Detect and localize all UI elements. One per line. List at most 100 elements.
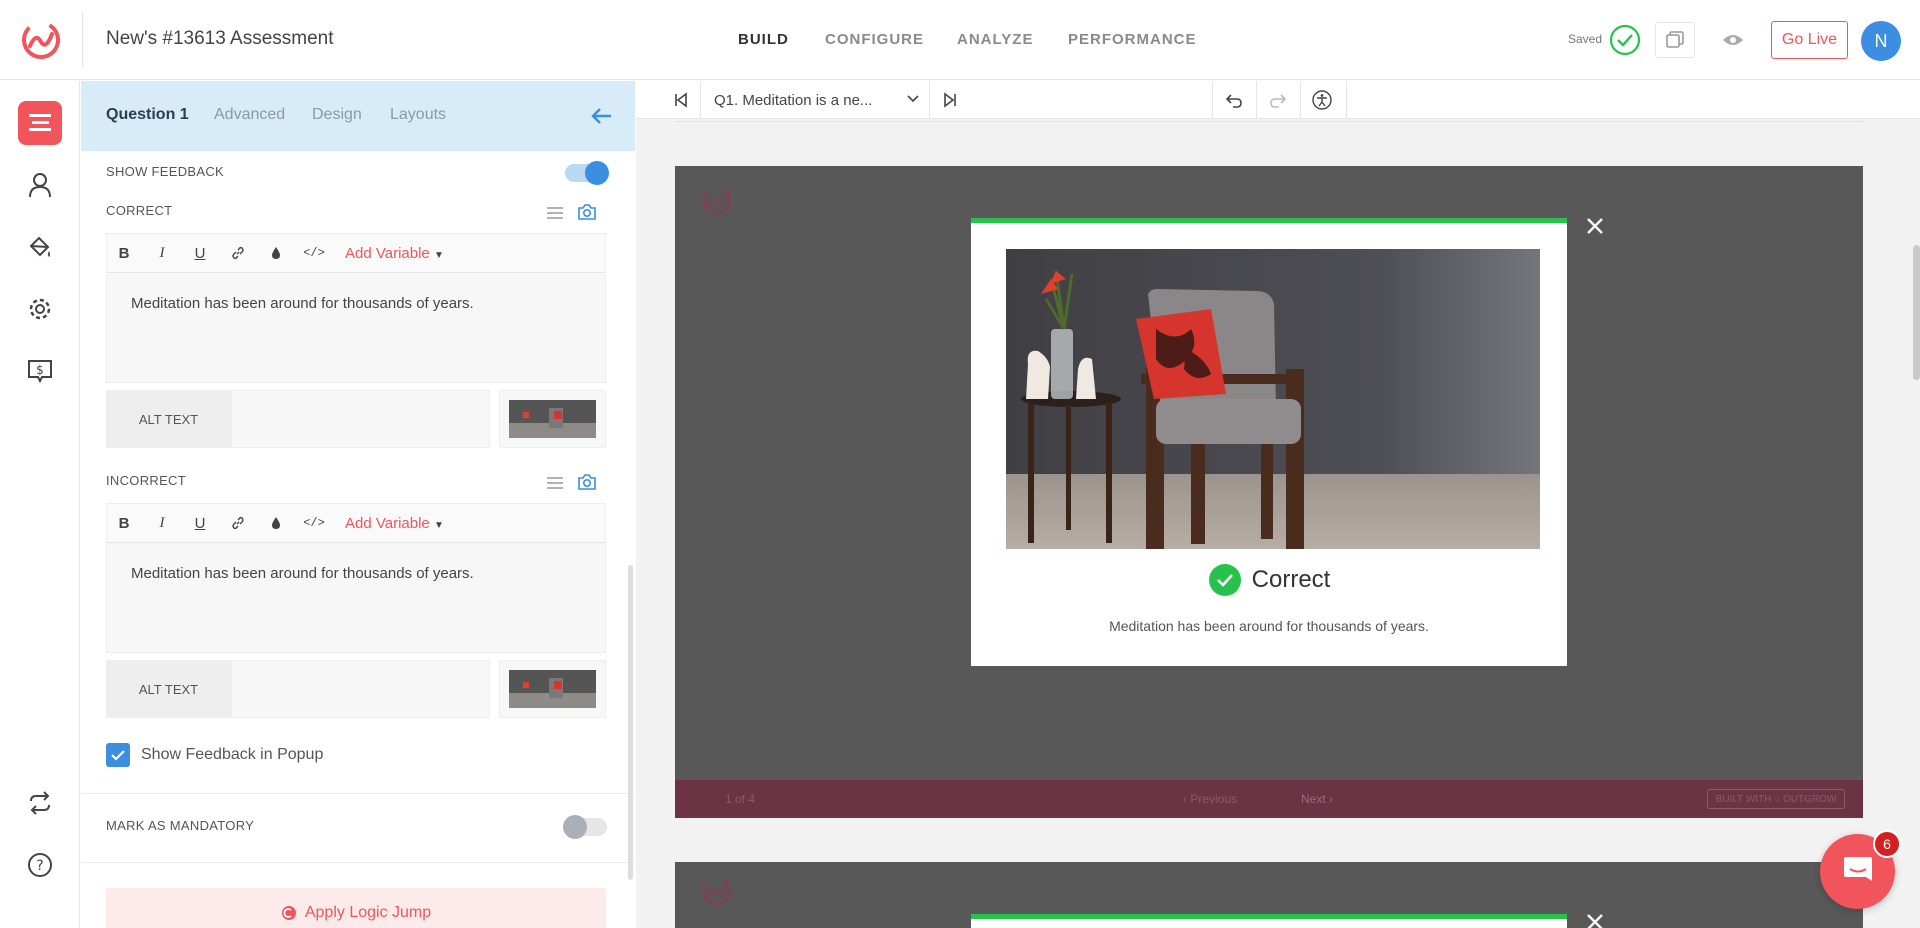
chair-thumbnail [509,670,596,708]
eye-icon [1723,35,1743,45]
show-feedback-popup-label: Show Feedback in Popup [141,746,324,763]
correct-text-editor[interactable]: Meditation has been around for thousands… [106,273,606,383]
feedback-popup: Correct Meditation has been around for t… [971,218,1567,666]
project-title[interactable]: New's #13613 Assessment [106,28,334,50]
show-feedback-toggle[interactable] [565,161,609,185]
gear-icon [29,298,51,320]
add-variable-dropdown[interactable]: Add Variable ▼ [345,245,444,262]
copy-icon [1666,31,1684,48]
redo-icon[interactable] [1269,91,1287,109]
nav-performance[interactable]: PERFORMANCE [1068,31,1197,48]
stage-logo-icon [702,876,732,906]
logic-jump-icon [281,906,296,920]
nav-configure[interactable]: CONFIGURE [825,31,924,48]
question-stage: Correct Meditation has been around for t… [675,166,1863,818]
panel-tabs: Question 1 Advanced Design Layouts [81,81,635,151]
tab-layouts[interactable]: Layouts [390,106,446,124]
underline-icon[interactable]: U [189,512,211,534]
incorrect-image-thumbnail[interactable] [499,660,606,718]
rail-users[interactable] [18,163,62,207]
settings-panel: Question 1 Advanced Design Layouts SHOW … [81,81,635,928]
show-feedback-label: SHOW FEEDBACK [106,164,225,179]
nav-build[interactable]: BUILD [738,31,789,48]
rail-billing[interactable]: $ [18,349,62,393]
correct-editor-toolbar: B I U </> Add Variable ▼ [106,233,606,273]
popup-message: Meditation has been around for thousands… [1109,618,1429,634]
incorrect-text-editor[interactable]: Meditation has been around for thousands… [106,543,606,653]
italic-icon[interactable]: I [151,512,173,534]
chair-photo [1006,249,1540,549]
correct-alt-text-input[interactable] [231,390,490,448]
canvas-toolbar: Q1. Meditation is a ne... [636,81,1920,119]
page-indicator: 1 of 4 [725,792,756,806]
svg-text:?: ? [36,858,43,874]
correct-image-thumbnail[interactable] [499,390,606,448]
link-icon[interactable] [227,242,249,264]
duplicate-button[interactable] [1655,22,1695,58]
underline-icon[interactable]: U [189,242,211,264]
link-icon[interactable] [227,512,249,534]
left-rail: $ ? [0,81,80,928]
stage-edge [675,121,1863,125]
last-page-icon[interactable] [942,92,958,108]
user-avatar[interactable]: N [1861,21,1901,61]
previous-button[interactable]: ‹ Previous [1183,792,1237,806]
align-menu-icon[interactable] [546,205,564,221]
color-drop-icon[interactable] [265,242,287,264]
question-select[interactable]: Q1. Meditation is a ne... [700,81,930,119]
nav-analyze[interactable]: ANALYZE [957,31,1033,48]
preview-button[interactable] [1713,22,1753,58]
camera-icon[interactable] [577,473,597,491]
add-variable-dropdown[interactable]: Add Variable ▼ [345,515,444,532]
paint-bucket-icon [29,236,50,257]
tab-question-1[interactable]: Question 1 [106,106,189,124]
apply-logic-jump-button[interactable]: Apply Logic Jump [106,888,606,928]
popup-title: Correct [1251,566,1331,593]
mark-mandatory-label: MARK AS MANDATORY [106,818,255,833]
close-icon[interactable] [1583,910,1607,928]
rail-help[interactable]: ? [18,843,62,887]
stage-logo-icon [702,185,732,215]
close-icon[interactable] [1583,214,1607,238]
feedback-popup-2 [971,914,1567,928]
undo-icon[interactable] [1225,91,1243,109]
go-live-button[interactable]: Go Live [1771,21,1848,59]
panel-scrollbar[interactable] [628,565,633,880]
bold-icon[interactable]: B [113,512,135,534]
incorrect-label: INCORRECT [106,473,186,488]
next-button[interactable]: Next › [1301,792,1333,806]
rail-sync[interactable] [18,781,62,825]
code-icon[interactable]: </> [303,242,325,264]
chair-thumbnail [509,400,596,438]
italic-icon[interactable]: I [151,242,173,264]
check-icon [111,750,125,761]
show-feedback-popup-checkbox[interactable] [106,743,130,767]
back-arrow-icon[interactable] [589,103,615,129]
built-with-badge[interactable]: BUILT WITH ○ OUTGROW [1707,789,1845,809]
rail-design[interactable] [18,225,62,269]
accessibility-icon[interactable] [1312,90,1332,110]
divider [82,12,83,66]
incorrect-alt-text-input[interactable] [231,660,490,718]
tab-advanced[interactable]: Advanced [214,106,285,124]
mandatory-toggle[interactable] [563,815,607,839]
code-icon[interactable]: </> [303,512,325,534]
first-page-icon[interactable] [673,92,689,108]
canvas-scrollbar[interactable] [1913,245,1920,380]
saved-check-icon [1609,24,1641,56]
preview-canvas: Q1. Meditation is a ne... Correct Medita… [636,81,1920,928]
rail-settings[interactable] [18,287,62,331]
align-menu-icon[interactable] [546,475,564,491]
camera-icon[interactable] [577,203,597,221]
bold-icon[interactable]: B [113,242,135,264]
feedback-image [1006,249,1540,549]
color-drop-icon[interactable] [265,512,287,534]
question-stage-2 [675,862,1863,928]
billing-icon: $ [28,360,52,384]
alt-text-label: ALT TEXT [106,390,231,448]
chat-unread-badge: 6 [1873,830,1901,858]
outgrow-logo-icon[interactable] [18,16,64,62]
user-icon [29,173,51,198]
rail-builder[interactable] [18,101,62,145]
tab-design[interactable]: Design [312,106,362,124]
